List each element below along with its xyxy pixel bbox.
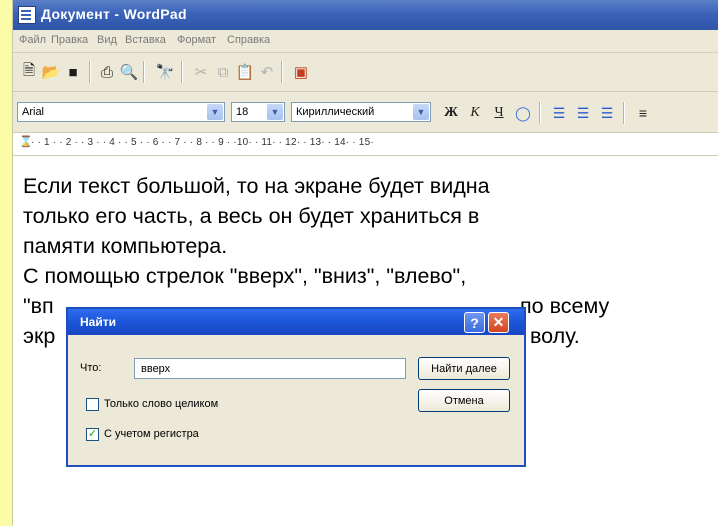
document-line: памяти компьютера. (23, 234, 228, 258)
bold-button[interactable]: Ж (441, 103, 461, 123)
toolbar-separator (623, 102, 625, 124)
find-dialog: Найти ? ✕ Что: вверх Найти далее Отмена … (66, 307, 526, 467)
align-left-icon[interactable]: ☰ (549, 103, 569, 123)
menu-file[interactable]: Файл (19, 34, 46, 46)
menu-help[interactable]: Справка (227, 34, 270, 46)
toolbar-separator (181, 61, 183, 83)
font-size-value: 18 (236, 106, 249, 118)
copy-icon[interactable]: ⧉ (213, 62, 233, 82)
font-value: Arial (22, 106, 45, 118)
whole-word-checkbox[interactable] (86, 398, 99, 411)
toolbar-separator (281, 61, 283, 83)
close-icon[interactable]: ✕ (488, 312, 509, 333)
underline-button[interactable]: Ч (489, 103, 509, 123)
menu-insert[interactable]: Вставка (125, 34, 166, 46)
font-select[interactable]: Arial ▼ (17, 102, 225, 122)
undo-icon[interactable]: ↶ (257, 62, 277, 82)
toolbar-separator (143, 61, 145, 83)
standard-toolbar: 🗎 📂 ■ ⎙ 🔍 🔭 ✂ ⧉ 📋 ↶ ▣ (13, 53, 718, 92)
bullets-icon[interactable]: ≡ (633, 103, 653, 123)
dialog-title: Найти (80, 315, 116, 329)
chevron-down-icon[interactable]: ▼ (267, 104, 283, 120)
color-icon[interactable]: ◯ (513, 103, 533, 123)
document-line: только его часть, а весь он будет хранит… (23, 204, 480, 228)
format-toolbar: Arial ▼ 18 ▼ Кириллический ▼ Ж К Ч ◯ ☰ ☰… (13, 92, 718, 133)
menu-format[interactable]: Формат (177, 34, 216, 46)
script-select[interactable]: Кириллический ▼ (291, 102, 431, 122)
menu-edit[interactable]: Правка (51, 34, 88, 46)
title-bar[interactable]: Документ - WordPad (13, 0, 718, 30)
script-value: Кириллический (296, 106, 375, 118)
toolbar-separator (89, 61, 91, 83)
paste-icon[interactable]: 📋 (235, 62, 255, 82)
document-line-fragment: "вп (23, 294, 54, 318)
chevron-down-icon[interactable]: ▼ (413, 104, 429, 120)
find-icon[interactable]: 🔭 (155, 62, 175, 82)
document-line: С помощью стрелок "вверх", "вниз", "влев… (23, 264, 467, 288)
ruler-marks: · · 1 · · 2 · · 3 · · 4 · · 5 · · 6 · · … (31, 137, 374, 148)
save-icon[interactable]: ■ (63, 62, 83, 82)
match-case-label: С учетом регистра (104, 428, 199, 440)
chevron-down-icon[interactable]: ▼ (207, 104, 223, 120)
help-icon[interactable]: ? (464, 312, 485, 333)
find-next-button[interactable]: Найти далее (418, 357, 510, 380)
match-case-checkbox[interactable]: ✓ (86, 428, 99, 441)
align-right-icon[interactable]: ☰ (597, 103, 617, 123)
menu-bar: Файл Правка Вид Вставка Формат Справка (13, 30, 718, 53)
align-center-icon[interactable]: ☰ (573, 103, 593, 123)
window-title: Документ - WordPad (41, 6, 187, 22)
document-line-fragment: по всему (520, 294, 610, 318)
font-size-select[interactable]: 18 ▼ (231, 102, 285, 122)
menu-view[interactable]: Вид (97, 34, 117, 46)
wordpad-window: Документ - WordPad Файл Правка Вид Встав… (12, 0, 718, 526)
cancel-button[interactable]: Отмена (418, 389, 510, 412)
cut-icon[interactable]: ✂ (191, 62, 211, 82)
new-icon[interactable]: 🗎 (19, 62, 39, 82)
print-preview-icon[interactable]: 🔍 (119, 62, 139, 82)
find-what-input[interactable]: вверх (134, 358, 406, 379)
dialog-title-bar[interactable]: Найти ? ✕ (68, 309, 524, 335)
toolbar-separator (539, 102, 541, 124)
insert-object-icon[interactable]: ▣ (291, 62, 311, 82)
wordpad-app-icon[interactable] (18, 6, 36, 24)
whole-word-label: Только слово целиком (104, 398, 219, 410)
document-line-fragment: волу. (530, 324, 580, 348)
open-icon[interactable]: 📂 (41, 62, 61, 82)
find-what-label: Что: (80, 362, 102, 374)
document-line: Если текст большой, то на экране будет в… (23, 174, 490, 198)
italic-button[interactable]: К (465, 103, 485, 123)
ruler[interactable]: ⌛ · · 1 · · 2 · · 3 · · 4 · · 5 · · 6 · … (13, 133, 718, 156)
print-icon[interactable]: ⎙ (97, 62, 117, 82)
document-line-fragment: экр (23, 324, 56, 348)
